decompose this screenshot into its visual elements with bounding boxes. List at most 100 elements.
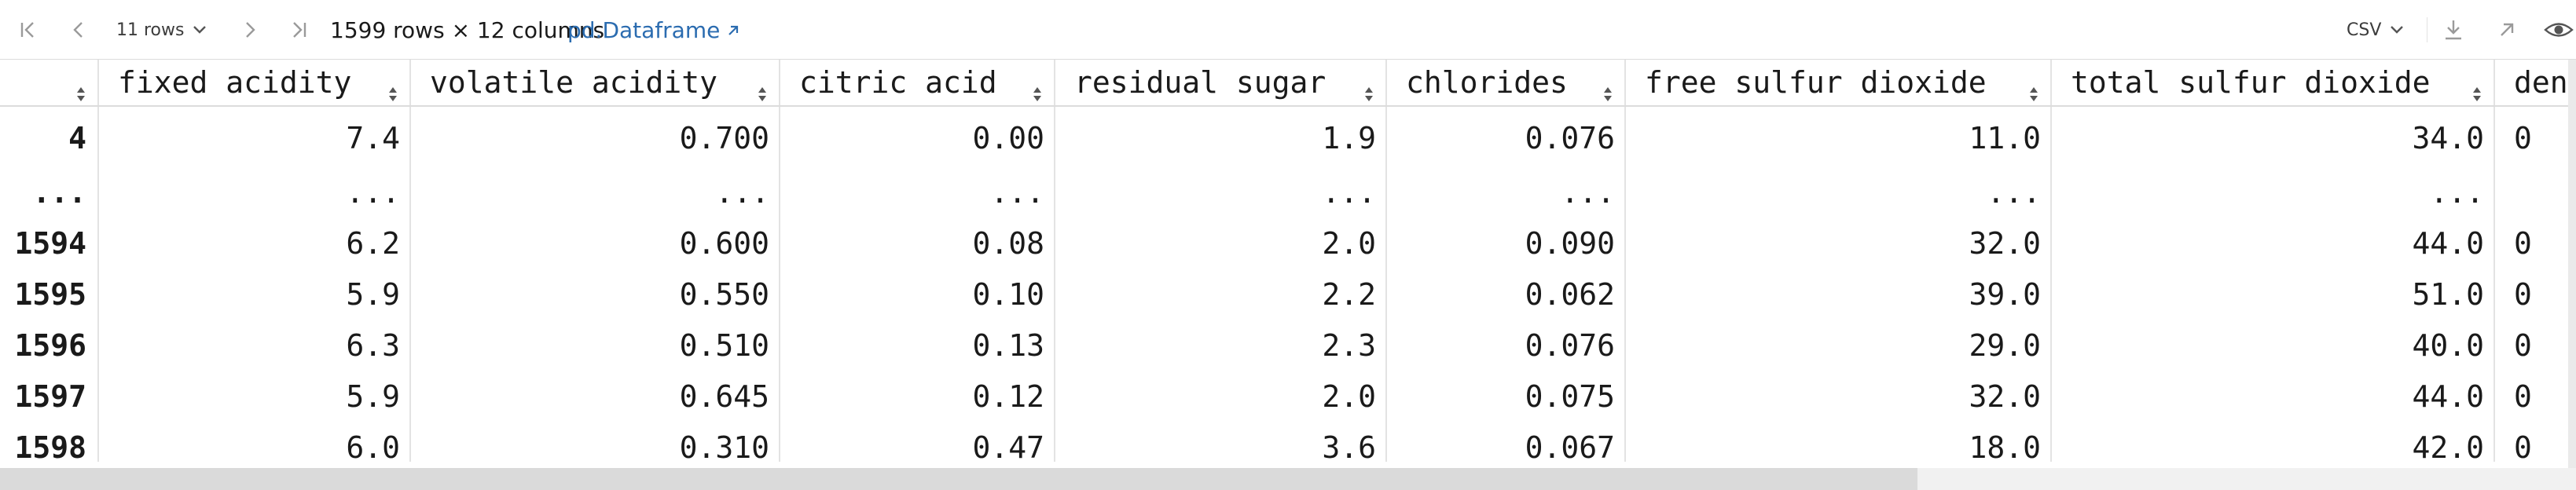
table-cell[interactable]: 0.47 xyxy=(780,422,1055,462)
next-page-icon[interactable] xyxy=(236,16,264,44)
rows-per-page-label: 11 rows xyxy=(116,20,185,40)
table-cell[interactable]: 0.090 xyxy=(1386,218,1626,269)
row-index: 1594 xyxy=(0,218,99,269)
table-cell[interactable]: 44.0 xyxy=(2051,371,2495,422)
table-cell[interactable]: 42.0 xyxy=(2051,422,2495,462)
table-cell[interactable]: ... xyxy=(780,166,1055,218)
column-header[interactable]: total sulfur dioxide xyxy=(2051,60,2495,107)
table-cell[interactable]: 0.700 xyxy=(410,106,780,166)
first-page-icon[interactable] xyxy=(14,16,42,44)
sort-icon[interactable] xyxy=(387,75,398,110)
table-cell[interactable]: 0.076 xyxy=(1386,320,1626,371)
row-index: 1596 xyxy=(0,320,99,371)
table-cell[interactable]: 0.510 xyxy=(410,320,780,371)
sort-icon[interactable] xyxy=(757,75,768,110)
table-row: 1594 6.2 0.600 0.08 2.0 0.090 32.0 44.0 … xyxy=(0,218,2576,269)
horizontal-scrollbar-thumb[interactable] xyxy=(0,468,1917,490)
eye-icon[interactable] xyxy=(2543,14,2574,46)
table-cell[interactable]: 2.0 xyxy=(1055,218,1387,269)
row-index: 1598 xyxy=(0,422,99,462)
sort-icon[interactable] xyxy=(1032,75,1043,110)
table-cell[interactable]: 51.0 xyxy=(2051,269,2495,320)
table-cell[interactable]: 40.0 xyxy=(2051,320,2495,371)
table-cell[interactable]: 0.13 xyxy=(780,320,1055,371)
table-cell[interactable]: 32.0 xyxy=(1625,371,2052,422)
column-header[interactable]: den xyxy=(2494,60,2576,107)
table-cell[interactable]: 0.600 xyxy=(410,218,780,269)
table-cell[interactable]: ... xyxy=(1055,166,1387,218)
table-cell[interactable]: 2.2 xyxy=(1055,269,1387,320)
table-cell[interactable]: 0 xyxy=(2494,320,2576,371)
vertical-scrollbar[interactable] xyxy=(2568,60,2576,468)
sort-icon[interactable] xyxy=(2471,75,2482,110)
table-row: 1596 6.3 0.510 0.13 2.3 0.076 29.0 40.0 … xyxy=(0,320,2576,371)
table-cell[interactable]: 0.12 xyxy=(780,371,1055,422)
table-cell[interactable]: 0.645 xyxy=(410,371,780,422)
table-cell[interactable]: 0.08 xyxy=(780,218,1055,269)
column-header[interactable]: residual sugar xyxy=(1055,60,1387,107)
table-cell[interactable]: 0.067 xyxy=(1386,422,1626,462)
table-cell[interactable]: 11.0 xyxy=(1625,106,2052,166)
open-external-icon[interactable] xyxy=(2491,14,2523,46)
table-cell[interactable]: 5.9 xyxy=(98,269,411,320)
chevron-down-icon xyxy=(2389,20,2405,40)
table-cell[interactable]: 6.3 xyxy=(98,320,411,371)
table-cell[interactable]: 0 xyxy=(2494,106,2576,166)
table-cell[interactable]: 32.0 xyxy=(1625,218,2052,269)
column-header[interactable]: chlorides xyxy=(1386,60,1626,107)
column-header[interactable]: citric acid xyxy=(780,60,1055,107)
horizontal-scrollbar[interactable] xyxy=(0,468,2576,490)
table-cell[interactable]: ... xyxy=(98,166,411,218)
table-cell[interactable]: 0.550 xyxy=(410,269,780,320)
column-header[interactable]: fixed acidity xyxy=(98,60,411,107)
table-cell[interactable]: 3.6 xyxy=(1055,422,1387,462)
table-row: ... ... ... ... ... ... ... ... xyxy=(0,166,2576,218)
table-row: 1595 5.9 0.550 0.10 2.2 0.062 39.0 51.0 … xyxy=(0,269,2576,320)
column-header-label: volatile acidity xyxy=(430,65,718,100)
table-cell[interactable]: 0.00 xyxy=(780,106,1055,166)
export-format-select[interactable]: CSV xyxy=(2347,0,2405,60)
table-cell[interactable]: 29.0 xyxy=(1625,320,2052,371)
row-index: 4 xyxy=(0,106,99,166)
table-cell[interactable]: 0.075 xyxy=(1386,371,1626,422)
table-cell[interactable]: 1.9 xyxy=(1055,106,1387,166)
table-cell[interactable]: 2.3 xyxy=(1055,320,1387,371)
table-cell[interactable]: 0.310 xyxy=(410,422,780,462)
table-cell[interactable]: ... xyxy=(410,166,780,218)
table-cell[interactable]: 18.0 xyxy=(1625,422,2052,462)
table-cell[interactable]: 5.9 xyxy=(98,371,411,422)
table-cell[interactable]: 34.0 xyxy=(2051,106,2495,166)
sort-icon[interactable] xyxy=(2028,75,2039,110)
table-cell[interactable]: 6.0 xyxy=(98,422,411,462)
table-cell[interactable]: 0 xyxy=(2494,269,2576,320)
table-cell[interactable]: 0 xyxy=(2494,218,2576,269)
dataframe-link[interactable]: pd.Dataframe xyxy=(567,0,740,60)
table-cell[interactable]: 2.0 xyxy=(1055,371,1387,422)
sort-icon[interactable] xyxy=(1363,75,1374,110)
table-cell[interactable]: 39.0 xyxy=(1625,269,2052,320)
sort-icon[interactable] xyxy=(1602,75,1613,110)
index-column-header[interactable] xyxy=(0,60,99,107)
table-cell[interactable]: 7.4 xyxy=(98,106,411,166)
table-row: 1598 6.0 0.310 0.47 3.6 0.067 18.0 42.0 … xyxy=(0,422,2576,462)
sort-icon[interactable] xyxy=(75,75,86,110)
last-page-icon[interactable] xyxy=(284,16,313,44)
prev-page-icon[interactable] xyxy=(64,16,93,44)
rows-per-page-select[interactable]: 11 rows xyxy=(116,0,207,60)
table-cell[interactable]: 0.062 xyxy=(1386,269,1626,320)
table-cell[interactable]: 44.0 xyxy=(2051,218,2495,269)
table-cell[interactable]: ... xyxy=(2051,166,2495,218)
row-index: 1597 xyxy=(0,371,99,422)
download-icon[interactable] xyxy=(2438,14,2469,46)
table-cell[interactable]: 0.076 xyxy=(1386,106,1626,166)
table-cell[interactable]: 0 xyxy=(2494,371,2576,422)
table-cell[interactable]: 6.2 xyxy=(98,218,411,269)
table-cell[interactable]: ... xyxy=(1625,166,2052,218)
table-cell[interactable]: ... xyxy=(1386,166,1626,218)
table-cell[interactable]: 0.10 xyxy=(780,269,1055,320)
dataframe-grid: fixed acidity volatile acidity citric ac… xyxy=(0,60,2576,462)
column-header[interactable]: free sulfur dioxide xyxy=(1625,60,2052,107)
column-header[interactable]: volatile acidity xyxy=(410,60,780,107)
table-cell[interactable]: 0 xyxy=(2494,422,2576,462)
table-cell[interactable] xyxy=(2494,166,2576,218)
